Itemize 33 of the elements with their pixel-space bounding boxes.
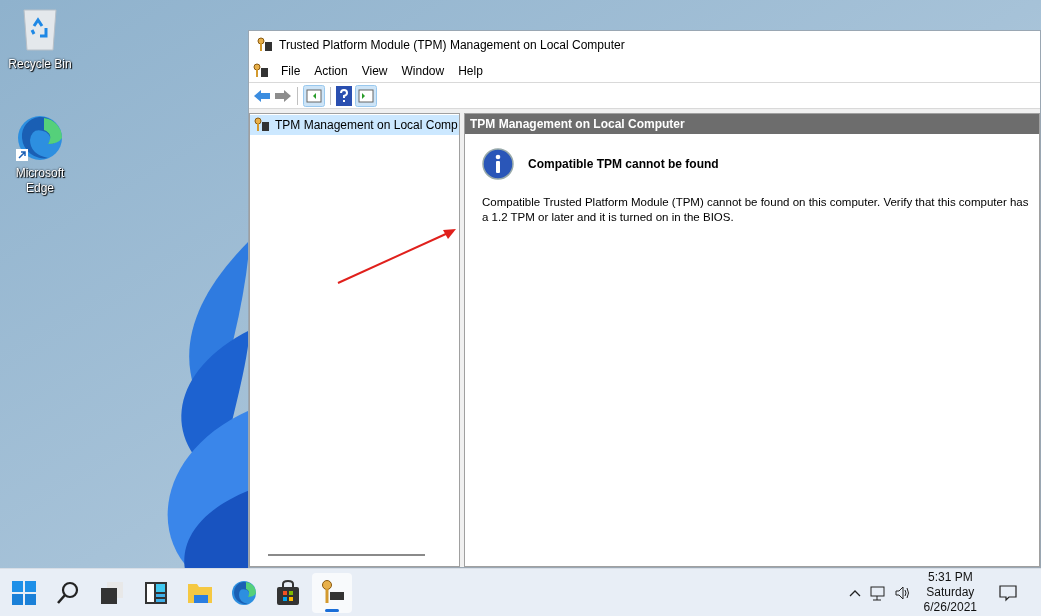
key-chip-icon xyxy=(257,37,273,53)
recycle-bin-icon xyxy=(22,8,58,52)
clock-date: 6/26/2021 xyxy=(923,600,977,615)
window-title: Trusted Platform Module (TPM) Management on Local Computer xyxy=(279,37,625,54)
desktop-icon-label: Recycle Bin xyxy=(8,57,72,72)
windows-logo-icon xyxy=(10,578,38,607)
menu-item[interactable]: File xyxy=(275,61,307,80)
key-chip-icon[interactable] xyxy=(253,62,269,79)
edge-icon xyxy=(230,578,258,607)
help-icon[interactable] xyxy=(336,85,352,106)
taskbar-button[interactable] xyxy=(312,572,352,613)
network-icon[interactable] xyxy=(869,584,886,601)
clock[interactable]: 5:31 PM Saturday 6/26/2021 xyxy=(923,570,977,615)
scrollbar[interactable] xyxy=(268,554,425,556)
message-title: Compatible TPM cannot be found xyxy=(528,156,719,173)
content-header: TPM Management on Local Computer xyxy=(465,114,1039,134)
forward-arrow-icon[interactable] xyxy=(274,87,292,104)
clock-time: 5:31 PM xyxy=(927,570,973,585)
menu-item[interactable]: Help xyxy=(452,61,489,80)
tree-item[interactable]: TPM Management on Local Comp xyxy=(250,115,459,135)
shopping-bag-icon xyxy=(274,578,302,607)
back-arrow-icon[interactable] xyxy=(253,87,271,104)
menu-item[interactable]: Action xyxy=(308,61,354,80)
clock-day: Saturday xyxy=(926,585,975,600)
menu-item[interactable]: View xyxy=(355,61,394,80)
message-text: Compatible Trusted Platform Module (TPM) cannot be found on this computer. Verify that this computer has a 1.2 TPM or later and it is turned on in the BIOS. xyxy=(482,195,1030,225)
volume-icon[interactable] xyxy=(893,584,912,601)
notification-icon[interactable] xyxy=(999,583,1017,602)
key-chip-icon xyxy=(253,117,271,133)
menu-item[interactable]: Window xyxy=(395,61,451,80)
desktop-icon-label: Microsoft Edge xyxy=(14,166,66,196)
info-icon xyxy=(482,148,514,180)
chevron-up-icon[interactable] xyxy=(848,588,861,597)
